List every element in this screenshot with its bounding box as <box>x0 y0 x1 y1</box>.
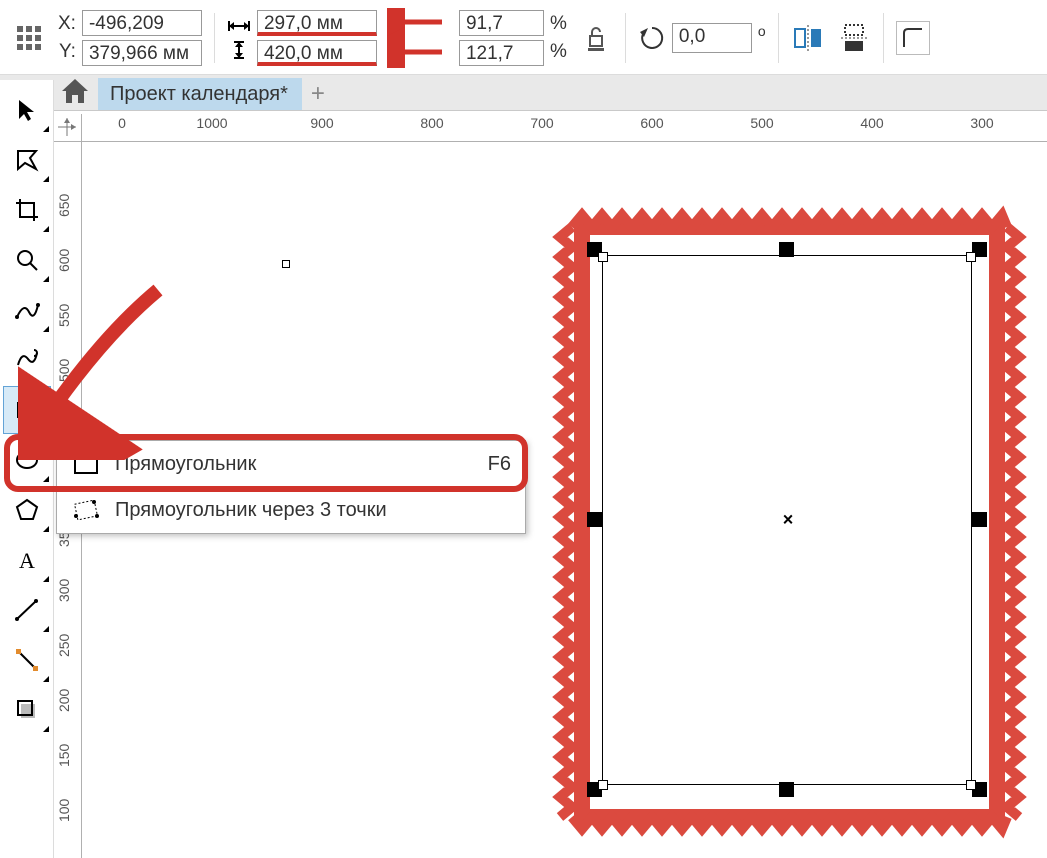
ruler-tick: 400 <box>860 115 883 131</box>
rotate-icon <box>638 24 666 52</box>
tab-bar: Проект календаря* + <box>0 75 1047 111</box>
crop-tool[interactable] <box>3 186 51 234</box>
ruler-tick: 100 <box>56 799 72 822</box>
node[interactable] <box>966 252 976 262</box>
handle-mr[interactable] <box>972 512 987 527</box>
property-bar: X: Y: -496,209 мм 379,966 мм 297,0 мм 42… <box>0 0 1047 75</box>
flyout-item-label: Прямоугольник <box>115 453 256 476</box>
handle-tc[interactable] <box>779 242 794 257</box>
origin-icon[interactable] <box>12 21 46 55</box>
text-tool[interactable]: A <box>3 536 51 584</box>
center-marker: × <box>783 510 794 531</box>
node[interactable] <box>966 780 976 790</box>
ruler-tick: 200 <box>56 689 72 712</box>
height-icon <box>227 40 251 60</box>
ruler-tick: 500 <box>750 115 773 131</box>
ruler-tick: 600 <box>640 115 663 131</box>
width-icon <box>227 16 251 36</box>
svg-text:A: A <box>19 548 35 573</box>
handle-bc[interactable] <box>779 782 794 797</box>
ruler-tick: 650 <box>56 194 72 217</box>
toolbox: A <box>0 80 54 858</box>
ruler-tick: 450 <box>56 414 72 437</box>
width-field[interactable]: 297,0 мм <box>257 10 377 36</box>
document-tab[interactable]: Проект календаря* <box>98 78 302 110</box>
polygon-tool[interactable] <box>3 486 51 534</box>
connector-tool[interactable] <box>3 636 51 684</box>
zoom-tool[interactable] <box>3 236 51 284</box>
x-field[interactable]: -496,209 мм <box>82 10 202 36</box>
height-field[interactable]: 420,0 мм <box>257 40 377 66</box>
percent-label: % <box>550 10 567 38</box>
ruler-tick: 1000 <box>196 115 227 131</box>
flyout-item-label: Прямоугольник через 3 точки <box>115 499 387 522</box>
annotation-arrows-wh <box>387 8 447 68</box>
home-icon[interactable] <box>60 77 90 108</box>
ellipse-tool[interactable] <box>3 436 51 484</box>
ruler-tick: 300 <box>970 115 993 131</box>
ruler-tick: 700 <box>530 115 553 131</box>
ruler-tick: 600 <box>56 249 72 272</box>
rectangle-flyout: Прямоугольник F6 Прямоугольник через 3 т… <box>56 440 526 534</box>
ruler-tick: 150 <box>56 744 72 767</box>
divider <box>625 13 626 63</box>
rectangle-icon <box>71 449 101 479</box>
percent-label: % <box>550 38 567 66</box>
new-tab-button[interactable]: + <box>302 78 334 110</box>
freehand-tool[interactable] <box>3 286 51 334</box>
rotation-unit: o <box>758 23 766 39</box>
divider <box>214 13 215 63</box>
ruler-tick: 800 <box>420 115 443 131</box>
mirror-v-icon[interactable] <box>837 21 871 55</box>
rect3pt-icon <box>71 495 101 525</box>
lock-ratio-icon[interactable] <box>579 21 613 55</box>
divider <box>883 13 884 63</box>
shape-tool[interactable] <box>3 136 51 184</box>
dimension-tool[interactable] <box>3 586 51 634</box>
rectangle-tool[interactable] <box>3 386 51 434</box>
artistic-media-tool[interactable] <box>3 336 51 384</box>
ruler-tick: 300 <box>56 579 72 602</box>
flyout-item-rectangle[interactable]: Прямоугольник F6 <box>57 441 525 487</box>
rotation-field[interactable]: 0,0 <box>672 23 752 53</box>
ruler-tick: 550 <box>56 304 72 327</box>
handle-ml[interactable] <box>587 512 602 527</box>
ruler-tick: 500 <box>56 359 72 382</box>
flyout-item-rect3pt[interactable]: Прямоугольник через 3 точки <box>57 487 525 533</box>
x-label: X: <box>58 10 76 38</box>
ruler-tick: 250 <box>56 634 72 657</box>
node <box>282 260 290 268</box>
corner-type-icon[interactable] <box>896 21 930 55</box>
ruler-tick: 0 <box>118 115 126 131</box>
node[interactable] <box>598 252 608 262</box>
divider <box>778 13 779 63</box>
node[interactable] <box>598 780 608 790</box>
y-field[interactable]: 379,966 мм <box>82 40 202 66</box>
pick-tool[interactable] <box>3 86 51 134</box>
scale-y-field[interactable]: 121,7 <box>459 40 544 66</box>
ruler-tick: 900 <box>310 115 333 131</box>
drop-shadow-tool[interactable] <box>3 686 51 734</box>
mirror-h-icon[interactable] <box>791 21 825 55</box>
ruler-horizontal[interactable]: 0 1000 900 800 700 600 500 400 300 <box>82 114 1047 142</box>
ruler-origin[interactable] <box>54 114 82 142</box>
flyout-shortcut: F6 <box>488 453 511 476</box>
y-label: Y: <box>59 38 76 66</box>
scale-x-field[interactable]: 91,7 <box>459 10 544 36</box>
